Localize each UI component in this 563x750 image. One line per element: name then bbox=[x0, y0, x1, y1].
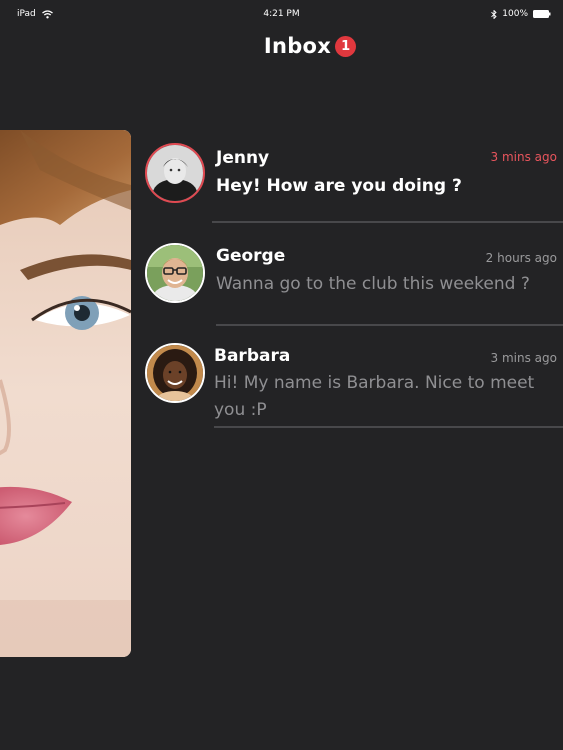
status-bar: iPad 4:21 PM 100% bbox=[0, 0, 563, 28]
message-preview: Hey! How are you doing ? bbox=[216, 176, 462, 196]
bluetooth-icon bbox=[491, 9, 497, 19]
message-time: 3 mins ago bbox=[490, 150, 557, 164]
avatar bbox=[145, 243, 205, 303]
divider bbox=[212, 221, 563, 223]
contact-name: Barbara bbox=[214, 346, 291, 366]
page-title: Inbox bbox=[263, 34, 332, 58]
status-time: 4:21 PM bbox=[263, 9, 300, 19]
contact-name: George bbox=[216, 246, 286, 266]
contact-name: Jenny bbox=[216, 148, 270, 168]
unread-badge: 1 bbox=[335, 35, 357, 57]
profile-photo-card[interactable] bbox=[0, 130, 131, 657]
list-item[interactable]: Barbara 3 mins ago Hi! My name is Barbar… bbox=[145, 343, 563, 429]
message-preview: Wanna go to the club this weekend ? bbox=[216, 274, 530, 294]
battery-icon bbox=[533, 10, 551, 18]
status-right: 100% bbox=[491, 9, 551, 19]
battery-percent: 100% bbox=[502, 9, 528, 19]
list-item[interactable]: George 2 hours ago Wanna go to the club … bbox=[145, 243, 563, 327]
avatar bbox=[145, 343, 205, 403]
avatar bbox=[145, 143, 205, 203]
message-preview: Hi! My name is Barbara. Nice to meet you… bbox=[214, 373, 535, 420]
divider bbox=[216, 324, 563, 326]
header: Inbox 1 bbox=[0, 34, 563, 58]
divider bbox=[214, 426, 563, 428]
message-time: 3 mins ago bbox=[490, 351, 557, 365]
face-photo bbox=[0, 130, 131, 657]
message-time: 2 hours ago bbox=[485, 251, 557, 265]
list-item[interactable]: Jenny 3 mins ago Hey! How are you doing … bbox=[145, 143, 563, 225]
